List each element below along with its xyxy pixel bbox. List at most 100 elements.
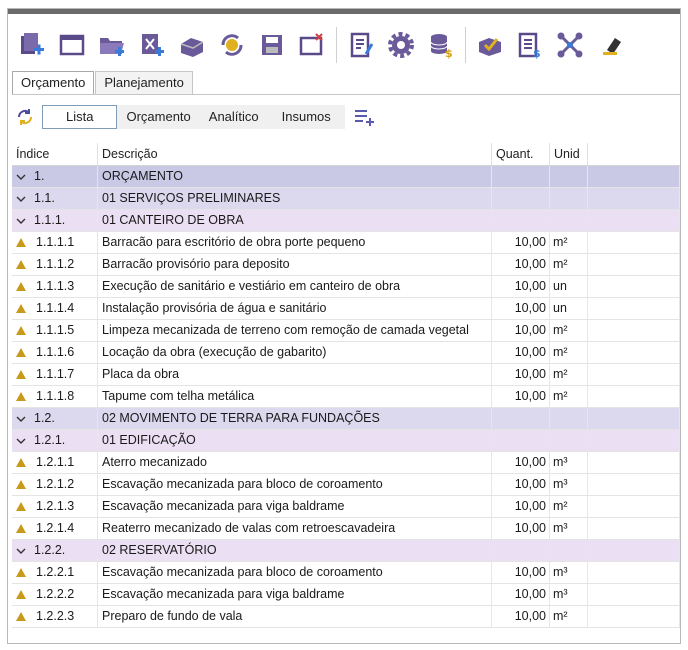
description-cell: Barracão provisório para deposito xyxy=(98,254,492,275)
group-row[interactable]: 1.2.2. 02 RESERVATÓRIO xyxy=(12,540,680,562)
description-cell: Escavação mecanizada para bloco de coroa… xyxy=(98,562,492,583)
close-document-icon[interactable] xyxy=(294,25,330,65)
view-insumos-button[interactable]: Insumos xyxy=(267,105,345,129)
quantity-cell xyxy=(492,430,550,451)
chevron-down-icon[interactable] xyxy=(16,195,26,203)
empty-cell xyxy=(588,254,680,275)
table-row[interactable]: 1.2.2.3 Preparo de fundo de vala 10,00 m² xyxy=(12,606,680,628)
description-cell: Locação da obra (execução de gabarito) xyxy=(98,342,492,363)
quantity-cell: 10,00 xyxy=(492,342,550,363)
tab-orcamento[interactable]: Orçamento xyxy=(12,71,95,95)
empty-cell xyxy=(588,320,680,341)
table-row[interactable]: 1.1.1.4 Instalação provisória de água e s… xyxy=(12,298,680,320)
column-header-unit[interactable]: Unid xyxy=(550,143,588,165)
tab-planejamento[interactable]: Planejamento xyxy=(95,71,193,94)
checked-box-icon[interactable] xyxy=(472,25,508,65)
column-header-index[interactable]: Índice xyxy=(12,143,98,165)
table-row[interactable]: 1.1.1.2 Barracão provisório para deposito… xyxy=(12,254,680,276)
index-text: 1.2.1.4 xyxy=(36,521,75,535)
marker-icon[interactable] xyxy=(592,25,628,65)
composition-triangle-icon xyxy=(16,370,26,379)
table-row[interactable]: 1.2.1.4 Reaterro mecanizado de valas com … xyxy=(12,518,680,540)
description-cell: 01 CANTEIRO DE OBRA xyxy=(98,210,492,231)
database-money-icon[interactable]: $ xyxy=(423,25,459,65)
toolbar-separator xyxy=(336,27,337,63)
quantity-cell: 10,00 xyxy=(492,320,550,341)
sync-icon[interactable] xyxy=(214,25,250,65)
price-list-icon[interactable]: $ xyxy=(512,25,548,65)
unit-cell: m³ xyxy=(550,562,588,583)
unit-cell: m³ xyxy=(550,518,588,539)
index-text: 1.1.1.4 xyxy=(36,301,75,315)
new-budget-icon[interactable] xyxy=(14,25,50,65)
index-text: 1.1. xyxy=(34,191,55,205)
description-cell: 01 EDIFICAÇÃO xyxy=(98,430,492,451)
description-cell: Escavação mecanizada para viga baldrame xyxy=(98,584,492,605)
app-window: $ $ Orçamento Planejamento Lista Orçamen… xyxy=(7,8,681,644)
group-row[interactable]: 1. ORÇAMENTO xyxy=(12,166,680,188)
chevron-down-icon[interactable] xyxy=(16,217,26,225)
svg-text:$: $ xyxy=(445,47,453,60)
settings-gear-icon[interactable] xyxy=(383,25,419,65)
description-cell: Placa da obra xyxy=(98,364,492,385)
group-row[interactable]: 1.1.1. 01 CANTEIRO DE OBRA xyxy=(12,210,680,232)
empty-cell xyxy=(588,584,680,605)
quantity-cell: 10,00 xyxy=(492,364,550,385)
edit-document-icon[interactable] xyxy=(343,25,379,65)
empty-cell xyxy=(588,188,680,209)
table-row[interactable]: 1.2.1.2 Escavação mecanizada para bloco d… xyxy=(12,474,680,496)
empty-cell xyxy=(588,496,680,517)
table-row[interactable]: 1.1.1.1 Barracão para escritório de obra … xyxy=(12,232,680,254)
table-row[interactable]: 1.2.1.3 Escavação mecanizada para viga ba… xyxy=(12,496,680,518)
budget-table: Índice Descrição Quant. Unid 1. ORÇAMENTO… xyxy=(12,143,680,628)
group-row[interactable]: 1.2. 02 MOVIMENTO DE TERRA PARA FUNDAÇÕES xyxy=(12,408,680,430)
view-lista-button[interactable]: Lista xyxy=(42,105,118,129)
description-cell: Tapume com telha metálica xyxy=(98,386,492,407)
index-text: 1. xyxy=(34,169,45,183)
table-row[interactable]: 1.1.1.6 Locação da obra (execução de gaba… xyxy=(12,342,680,364)
column-header-quantity[interactable]: Quant. xyxy=(492,143,550,165)
table-row[interactable]: 1.1.1.7 Placa da obra 10,00 m² xyxy=(12,364,680,386)
save-icon[interactable] xyxy=(254,25,290,65)
view-orcamento-button[interactable]: Orçamento xyxy=(117,105,200,129)
chevron-down-icon[interactable] xyxy=(16,547,26,555)
table-body: 1. ORÇAMENTO 1.1. 01 SERVIÇOS PRELIMINARES 1… xyxy=(12,166,680,628)
refresh-icon[interactable] xyxy=(14,106,36,128)
quantity-cell: 10,00 xyxy=(492,276,550,297)
index-text: 1.2.1.2 xyxy=(36,477,75,491)
table-row[interactable]: 1.2.2.2 Escavação mecanizada para viga ba… xyxy=(12,584,680,606)
chevron-down-icon[interactable] xyxy=(16,415,26,423)
unit-cell: m² xyxy=(550,496,588,517)
network-nodes-icon[interactable] xyxy=(552,25,588,65)
index-cell: 1.1.1. xyxy=(12,210,98,231)
excel-add-icon[interactable] xyxy=(134,25,170,65)
index-cell: 1.2.2.1 xyxy=(12,562,98,583)
unit-cell: m² xyxy=(550,232,588,253)
composition-triangle-icon xyxy=(16,238,26,247)
index-cell: 1.2.1.3 xyxy=(12,496,98,517)
table-row[interactable]: 1.1.1.3 Execução de sanitário e vestiário… xyxy=(12,276,680,298)
description-cell: Reaterro mecanizado de valas com retroes… xyxy=(98,518,492,539)
quantity-cell: 10,00 xyxy=(492,496,550,517)
table-row[interactable]: 1.2.2.1 Escavação mecanizada para bloco d… xyxy=(12,562,680,584)
add-list-icon[interactable] xyxy=(353,106,375,128)
column-header-description[interactable]: Descrição xyxy=(98,143,492,165)
chevron-down-icon[interactable] xyxy=(16,437,26,445)
index-cell: 1.2.2.3 xyxy=(12,606,98,627)
table-row[interactable]: 1.2.1.1 Aterro mecanizado 10,00 m³ xyxy=(12,452,680,474)
view-analitico-button[interactable]: Analítico xyxy=(199,105,268,129)
table-row[interactable]: 1.1.1.8 Tapume com telha metálica 10,00 m² xyxy=(12,386,680,408)
group-row[interactable]: 1.1. 01 SERVIÇOS PRELIMINARES xyxy=(12,188,680,210)
chevron-down-icon[interactable] xyxy=(16,173,26,181)
description-cell: Escavação mecanizada para viga baldrame xyxy=(98,496,492,517)
import-icon[interactable] xyxy=(174,25,210,65)
index-cell: 1.1.1.1 xyxy=(12,232,98,253)
quantity-cell: 10,00 xyxy=(492,254,550,275)
empty-cell xyxy=(588,298,680,319)
open-folder-icon[interactable] xyxy=(94,25,130,65)
table-row[interactable]: 1.1.1.5 Limpeza mecanizada de terreno com… xyxy=(12,320,680,342)
group-row[interactable]: 1.2.1. 01 EDIFICAÇÃO xyxy=(12,430,680,452)
empty-cell xyxy=(588,408,680,429)
index-text: 1.2.2.1 xyxy=(36,565,75,579)
window-icon[interactable] xyxy=(54,25,90,65)
